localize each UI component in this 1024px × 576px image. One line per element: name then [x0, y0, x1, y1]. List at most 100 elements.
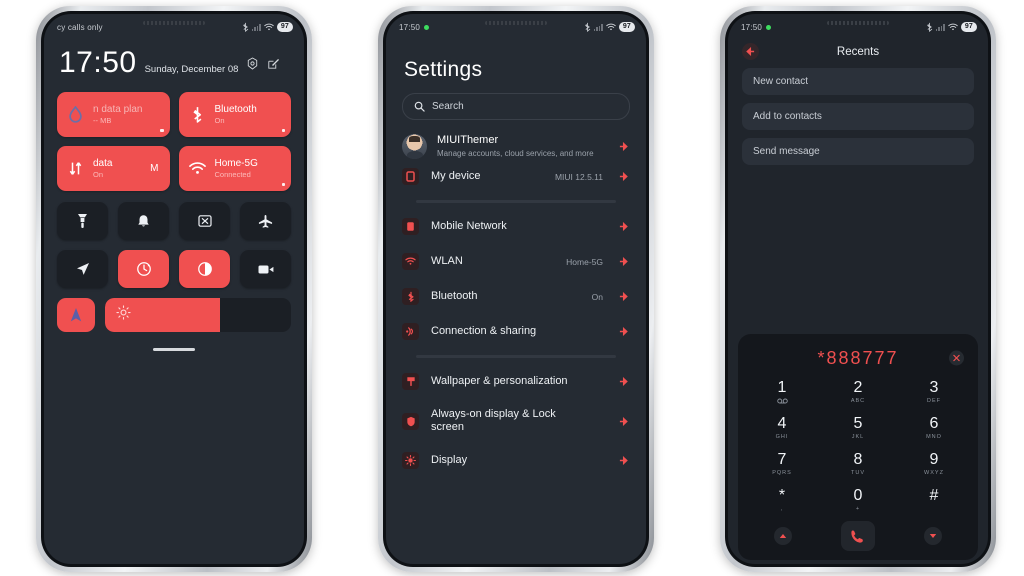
bluetooth-icon — [188, 106, 207, 123]
tile-mobile-data[interactable]: data On M — [57, 146, 170, 191]
tile-sub: On — [214, 116, 225, 125]
settings-row-aod-lock-screen[interactable]: Always-on display & Lock screen — [402, 399, 630, 443]
dialpad: *888777 1 2 ABC 3 DEF 4 GHI 5 JKL 6 MNO … — [738, 334, 978, 560]
expand-up-button[interactable] — [774, 527, 793, 545]
tile-wifi[interactable]: Home-5G Connected — [178, 146, 291, 191]
tile-sim-label: M — [150, 163, 159, 174]
toggle-screen-record[interactable] — [240, 250, 291, 288]
toggle-screenshot[interactable] — [179, 202, 230, 240]
settings-row-label: WLAN — [431, 255, 463, 267]
edit-icon[interactable] — [267, 57, 280, 75]
camera-cutout — [827, 21, 889, 25]
tile-label: data — [93, 158, 113, 169]
toggle-airplane[interactable] — [240, 202, 291, 240]
tile-label: n data plan — [93, 104, 143, 115]
dialpad-key-9[interactable]: 9 WXYZ — [896, 446, 972, 482]
chevron-right-icon — [619, 416, 628, 426]
dialpad-key-2[interactable]: 2 ABC — [820, 374, 896, 410]
status-icons: 97 — [926, 22, 977, 32]
wifi-icon — [948, 23, 958, 31]
data-drop-icon — [66, 105, 85, 124]
search-input[interactable]: Search — [402, 93, 630, 120]
wallpaper-icon — [402, 373, 419, 390]
chevron-right-icon — [619, 292, 628, 301]
camera-cutout — [485, 21, 547, 25]
settings-row-wallpaper[interactable]: Wallpaper & personalization — [402, 364, 630, 399]
phone2-status-bar: 17:50 97 — [386, 14, 646, 36]
camera-cutout — [143, 21, 205, 25]
home-indicator[interactable] — [153, 348, 195, 351]
status-time: 17:50 — [741, 22, 763, 32]
dialpad-key-0[interactable]: 0 + — [820, 482, 896, 518]
settings-row-label: Mobile Network — [431, 220, 507, 232]
quick-tiles: n data plan -- MB Bluetooth On data On M… — [57, 92, 291, 191]
chevron-right-icon — [619, 456, 628, 465]
settings-row-display[interactable]: Display — [402, 443, 630, 478]
action-new-contact[interactable]: New contact — [742, 68, 974, 95]
carrier-text: cy calls only — [57, 22, 103, 32]
dialpad-key-hash[interactable]: # — [896, 482, 972, 518]
settings-row-value: Home-5G — [566, 256, 603, 267]
battery-level: 97 — [618, 22, 635, 32]
action-label: Send message — [753, 146, 820, 157]
back-button[interactable] — [742, 43, 759, 60]
phone1-status-bar: cy calls only 97 — [44, 14, 304, 36]
action-add-to-contacts[interactable]: Add to contacts — [742, 103, 974, 130]
key-letters: TUV — [851, 469, 865, 476]
settings-row-bluetooth[interactable]: Bluetooth On — [402, 279, 630, 314]
bluetooth-icon — [242, 22, 249, 32]
quick-toggle-grid — [57, 202, 291, 288]
wifi-icon — [402, 253, 419, 270]
toggle-dark-mode[interactable] — [179, 250, 230, 288]
tile-bluetooth[interactable]: Bluetooth On — [178, 92, 291, 137]
dialpad-key-4[interactable]: 4 GHI — [744, 410, 820, 446]
dialpad-key-6[interactable]: 6 MNO — [896, 410, 972, 446]
clear-button[interactable] — [949, 350, 964, 366]
search-icon — [414, 101, 425, 112]
toggle-silent[interactable] — [118, 202, 169, 240]
phone3-bezel: 17:50 97 Recents New contact Add to cont… — [725, 11, 991, 567]
screenshot-stage: cy calls only 97 17:50 Sunday, December … — [0, 0, 1024, 576]
settings-gear-icon[interactable] — [246, 57, 259, 75]
toggle-auto-rotate[interactable] — [118, 250, 169, 288]
dialpad-key-star[interactable]: *, — [744, 482, 820, 518]
navigation-button[interactable] — [57, 298, 95, 332]
dialpad-key-1[interactable]: 1 — [744, 374, 820, 410]
settings-row-mobile-network[interactable]: Mobile Network — [402, 209, 630, 244]
tile-mobile-data-text: data On — [93, 158, 142, 179]
chevron-right-icon — [619, 222, 628, 231]
action-send-message[interactable]: Send message — [742, 138, 974, 165]
dialpad-key-8[interactable]: 8 TUV — [820, 446, 896, 482]
dialpad-key-7[interactable]: 7 PQRS — [744, 446, 820, 482]
privacy-dot-icon — [766, 24, 772, 30]
tile-bluetooth-text: Bluetooth On — [215, 104, 283, 125]
clock-row: 17:50 Sunday, December 08 — [59, 48, 291, 78]
brightness-slider[interactable] — [105, 298, 291, 332]
phone-control-center: cy calls only 97 17:50 Sunday, December … — [36, 6, 312, 572]
expand-down-button[interactable] — [923, 527, 942, 545]
battery-level: 97 — [960, 22, 977, 32]
bluetooth-icon — [926, 22, 933, 32]
connection-sharing-icon — [402, 323, 419, 340]
settings-row-label: Wallpaper & personalization — [431, 375, 568, 387]
dialpad-key-5[interactable]: 5 JKL — [820, 410, 896, 446]
dialer-call-row — [744, 521, 972, 553]
settings-row-my-device[interactable]: My device MIUI 12.5.11 — [402, 159, 630, 194]
tile-wifi-text: Home-5G Connected — [215, 158, 283, 179]
account-row[interactable]: MIUIThemer Manage accounts, cloud servic… — [402, 134, 630, 159]
account-text: MIUIThemer Manage accounts, cloud servic… — [437, 134, 609, 159]
toggle-location[interactable] — [57, 250, 108, 288]
voicemail-icon — [776, 398, 788, 403]
tile-data-plan[interactable]: n data plan -- MB — [57, 92, 170, 137]
phone2-screen: 17:50 97 Settings Search MIUIThemer Mana… — [386, 14, 646, 564]
settings-row-connection-sharing[interactable]: Connection & sharing — [402, 314, 630, 349]
settings-page: Settings Search MIUIThemer Manage accoun… — [386, 58, 646, 478]
settings-row-wlan[interactable]: WLAN Home-5G — [402, 244, 630, 279]
section-divider — [416, 355, 616, 358]
clock-time: 17:50 — [59, 46, 137, 79]
dark-mode-icon — [197, 262, 212, 276]
dialpad-key-3[interactable]: 3 DEF — [896, 374, 972, 410]
chevron-right-icon — [619, 142, 628, 151]
call-button[interactable] — [840, 521, 875, 551]
toggle-flashlight[interactable] — [57, 202, 108, 240]
